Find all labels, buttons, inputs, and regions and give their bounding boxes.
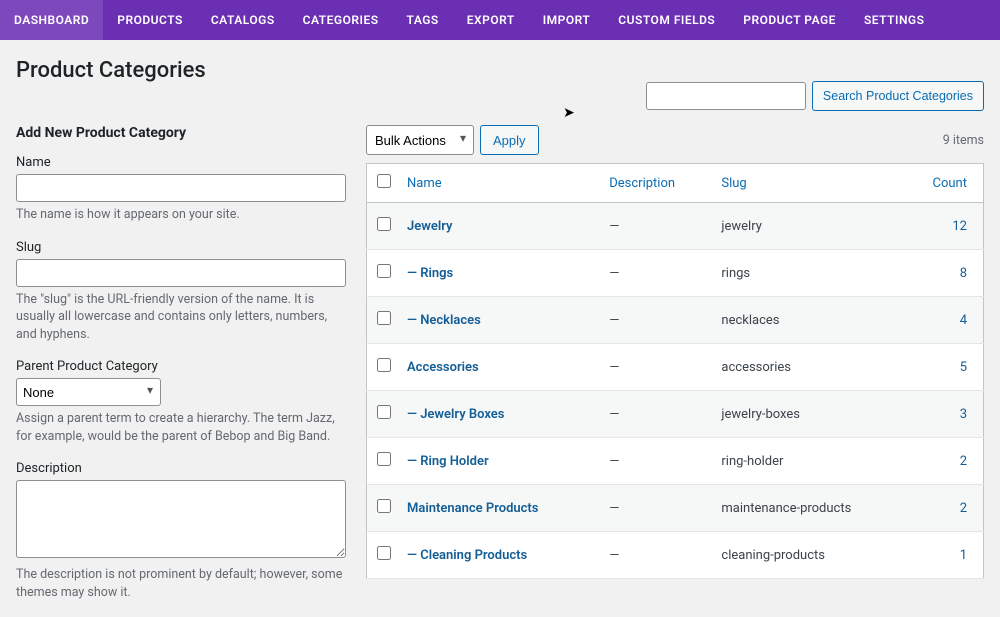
description-help: The description is not prominent by defa… xyxy=(16,566,346,601)
category-description: — xyxy=(601,250,713,297)
table-row: Jewelry —jewelry 12 xyxy=(367,203,984,250)
category-description: — xyxy=(601,391,713,438)
row-checkbox[interactable] xyxy=(377,546,391,560)
category-description: — xyxy=(601,297,713,344)
categories-table: Name Description Slug Count Jewelry—jewe… xyxy=(366,163,984,579)
table-row: — Ring Holder —ring-holder 2 xyxy=(367,438,984,485)
add-category-heading: Add New Product Category xyxy=(16,125,346,141)
category-slug: necklaces xyxy=(713,297,913,344)
description-label: Description xyxy=(16,461,346,476)
table-row: Maintenance Products —maintenance-product… xyxy=(367,485,984,532)
row-checkbox[interactable] xyxy=(377,217,391,231)
parent-help: Assign a parent term to create a hierarc… xyxy=(16,410,346,445)
category-count[interactable]: 2 xyxy=(960,454,967,469)
category-slug: cleaning-products xyxy=(713,532,913,579)
category-count[interactable]: 1 xyxy=(960,548,967,563)
category-link[interactable]: — Jewelry Boxes xyxy=(407,407,504,422)
nav-item-custom-fields[interactable]: CUSTOM FIELDS xyxy=(604,0,729,40)
name-label: Name xyxy=(16,155,346,170)
category-slug: accessories xyxy=(713,344,913,391)
category-count[interactable]: 5 xyxy=(960,360,967,375)
col-count[interactable]: Count xyxy=(914,164,984,203)
nav-item-categories[interactable]: CATEGORIES xyxy=(289,0,393,40)
table-row: — Cleaning Products —cleaning-products 1 xyxy=(367,532,984,579)
top-nav: DASHBOARDPRODUCTSCATALOGSCATEGORIESTAGSE… xyxy=(0,0,1000,40)
nav-item-settings[interactable]: SETTINGS xyxy=(850,0,939,40)
nav-item-export[interactable]: EXPORT xyxy=(453,0,529,40)
category-link[interactable]: Accessories xyxy=(407,360,479,375)
row-checkbox[interactable] xyxy=(377,311,391,325)
table-row: — Necklaces —necklaces 4 xyxy=(367,297,984,344)
category-description: — xyxy=(601,532,713,579)
row-checkbox[interactable] xyxy=(377,358,391,372)
category-link[interactable]: — Cleaning Products xyxy=(407,548,527,563)
category-slug: jewelry xyxy=(713,203,913,250)
category-link[interactable]: — Necklaces xyxy=(407,313,481,328)
category-count[interactable]: 3 xyxy=(960,407,967,422)
category-slug: ring-holder xyxy=(713,438,913,485)
category-count[interactable]: 12 xyxy=(952,219,967,234)
slug-help: The "slug" is the URL-friendly version o… xyxy=(16,291,346,344)
page-title: Product Categories xyxy=(16,58,984,83)
nav-item-catalogs[interactable]: CATALOGS xyxy=(197,0,289,40)
items-count: 9 items xyxy=(943,133,984,148)
name-field[interactable] xyxy=(16,174,346,202)
search-button[interactable]: Search Product Categories xyxy=(812,81,984,111)
category-description: — xyxy=(601,203,713,250)
slug-field[interactable] xyxy=(16,259,346,287)
parent-label: Parent Product Category xyxy=(16,359,346,374)
row-checkbox[interactable] xyxy=(377,499,391,513)
table-row: Accessories —accessories 5 xyxy=(367,344,984,391)
category-link[interactable]: Jewelry xyxy=(407,219,452,234)
slug-label: Slug xyxy=(16,240,346,255)
col-name[interactable]: Name xyxy=(399,164,601,203)
nav-item-product-page[interactable]: PRODUCT PAGE xyxy=(729,0,850,40)
select-all-checkbox[interactable] xyxy=(377,174,391,188)
category-description: — xyxy=(601,485,713,532)
category-count[interactable]: 8 xyxy=(960,266,967,281)
nav-item-import[interactable]: IMPORT xyxy=(529,0,605,40)
category-count[interactable]: 4 xyxy=(960,313,967,328)
category-slug: maintenance-products xyxy=(713,485,913,532)
row-checkbox[interactable] xyxy=(377,405,391,419)
nav-item-products[interactable]: PRODUCTS xyxy=(103,0,197,40)
name-help: The name is how it appears on your site. xyxy=(16,206,346,224)
row-checkbox[interactable] xyxy=(377,452,391,466)
nav-item-dashboard[interactable]: DASHBOARD xyxy=(0,0,103,40)
category-description: — xyxy=(601,438,713,485)
col-slug[interactable]: Slug xyxy=(713,164,913,203)
category-count[interactable]: 2 xyxy=(960,501,967,516)
table-row: — Rings —rings 8 xyxy=(367,250,984,297)
row-checkbox[interactable] xyxy=(377,264,391,278)
col-description[interactable]: Description xyxy=(601,164,713,203)
category-link[interactable]: Maintenance Products xyxy=(407,501,538,516)
parent-select[interactable]: None xyxy=(16,378,161,406)
category-slug: rings xyxy=(713,250,913,297)
apply-button[interactable]: Apply xyxy=(480,125,539,155)
description-field[interactable] xyxy=(16,480,346,558)
table-row: — Jewelry Boxes —jewelry-boxes 3 xyxy=(367,391,984,438)
category-link[interactable]: — Rings xyxy=(407,266,453,281)
category-link[interactable]: — Ring Holder xyxy=(407,454,489,469)
nav-item-tags[interactable]: TAGS xyxy=(393,0,453,40)
bulk-actions-select[interactable]: Bulk Actions xyxy=(366,125,474,155)
search-input[interactable] xyxy=(646,82,806,110)
category-slug: jewelry-boxes xyxy=(713,391,913,438)
category-description: — xyxy=(601,344,713,391)
